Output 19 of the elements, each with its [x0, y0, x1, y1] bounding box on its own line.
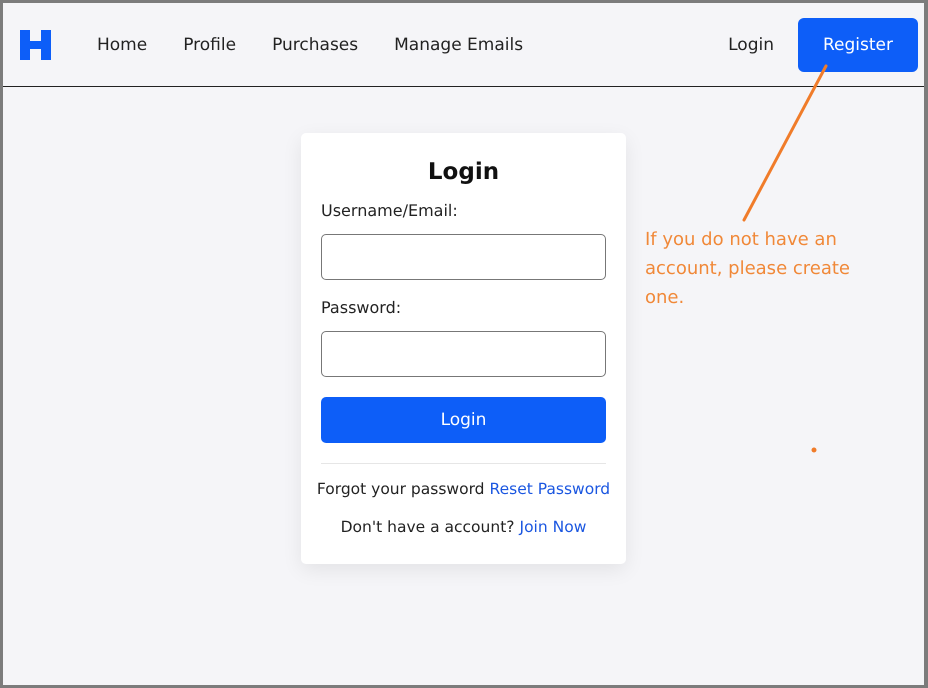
register-button[interactable]: Register [798, 18, 918, 72]
join-text: Don't have a account? [340, 518, 514, 536]
logo-icon[interactable] [20, 30, 51, 60]
nav-link[interactable]: Purchases [272, 34, 358, 54]
login-button[interactable]: Login [321, 397, 606, 443]
join-now-link[interactable]: Join Now [520, 518, 586, 536]
forgot-text: Forgot your password [316, 480, 485, 498]
nav-link[interactable]: Profile [183, 34, 236, 54]
dot-mark [812, 448, 816, 452]
input-field[interactable] [321, 331, 606, 377]
field-label: Username/Email: [321, 201, 459, 220]
reset-password-link[interactable]: Reset Password [490, 480, 610, 498]
annotation-text: If you do not have an account, please create one. [645, 228, 851, 310]
nav-link[interactable]: Home [97, 34, 148, 54]
nav-link[interactable]: Manage Emails [394, 34, 524, 54]
field-label: Password: [321, 298, 402, 317]
input-field[interactable] [321, 234, 606, 280]
card-title: Login [426, 159, 500, 185]
login-link[interactable]: Login [728, 34, 774, 54]
